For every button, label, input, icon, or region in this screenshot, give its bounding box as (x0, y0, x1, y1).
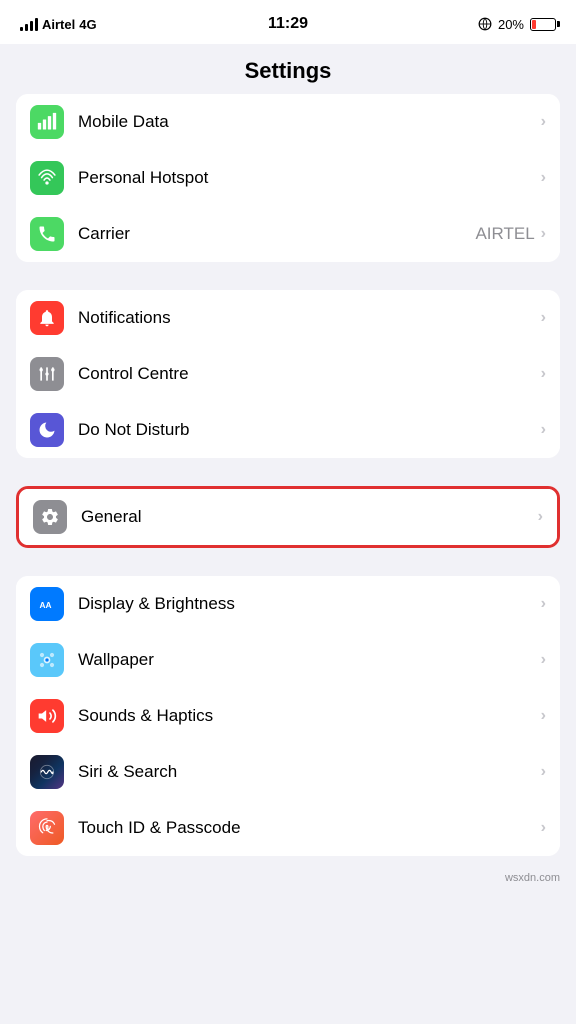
sliders-icon (37, 364, 57, 384)
moon-icon (37, 420, 57, 440)
control-centre-icon (30, 357, 64, 391)
spacer-3 (0, 556, 576, 576)
watermark: wsxdn.com (0, 864, 576, 892)
row-notifications[interactable]: Notifications › (16, 290, 560, 346)
sounds-haptics-chevron: › (541, 707, 546, 725)
gear-icon (40, 507, 60, 527)
mobile-data-icon (30, 105, 64, 139)
do-not-disturb-label: Do Not Disturb (78, 420, 541, 440)
siri-icon (30, 755, 64, 789)
row-sounds-haptics[interactable]: Sounds & Haptics › (16, 688, 560, 744)
row-touch-id[interactable]: Touch ID & Passcode › (16, 800, 560, 856)
row-control-centre[interactable]: Control Centre › (16, 346, 560, 402)
row-display-brightness[interactable]: AA Display & Brightness › (16, 576, 560, 632)
row-personal-hotspot[interactable]: Personal Hotspot › (16, 150, 560, 206)
notifications-icon (30, 301, 64, 335)
personal-hotspot-chevron: › (541, 169, 546, 187)
general-icon (33, 500, 67, 534)
personal-hotspot-label: Personal Hotspot (78, 168, 541, 188)
siri-search-label: Siri & Search (78, 762, 541, 782)
general-label: General (81, 507, 538, 527)
signal-icon (20, 17, 38, 31)
wallpaper-chevron: › (541, 651, 546, 669)
svg-text:AA: AA (40, 600, 52, 610)
wallpaper-label: Wallpaper (78, 650, 541, 670)
battery-icon (530, 18, 556, 31)
carrier-icon (30, 217, 64, 251)
page-header: Settings (0, 44, 576, 94)
siri-icon-svg (37, 762, 57, 782)
row-wallpaper[interactable]: Wallpaper › (16, 632, 560, 688)
display-icon: AA (37, 594, 57, 614)
spacer-1 (0, 270, 576, 290)
notifications-chevron: › (541, 309, 546, 327)
spacer-2 (0, 466, 576, 486)
display-brightness-label: Display & Brightness (78, 594, 541, 614)
carrier-value: AIRTEL (475, 224, 534, 244)
battery-percent: 20% (498, 17, 524, 32)
mobile-data-chevron: › (541, 113, 546, 131)
status-carrier: Airtel 4G (20, 17, 97, 32)
wallpaper-icon-svg (37, 650, 57, 670)
row-do-not-disturb[interactable]: Do Not Disturb › (16, 402, 560, 458)
fingerprint-icon (37, 818, 57, 838)
touch-id-chevron: › (541, 819, 546, 837)
section-general: General › (16, 486, 560, 548)
page-title: Settings (0, 58, 576, 84)
sounds-haptics-icon (30, 699, 64, 733)
wallpaper-icon (30, 643, 64, 677)
sounds-haptics-label: Sounds & Haptics (78, 706, 541, 726)
row-siri-search[interactable]: Siri & Search › (16, 744, 560, 800)
control-centre-chevron: › (541, 365, 546, 383)
mobile-data-label: Mobile Data (78, 112, 541, 132)
display-brightness-chevron: › (541, 595, 546, 613)
personal-hotspot-icon (30, 161, 64, 195)
do-not-disturb-icon (30, 413, 64, 447)
cellular-icon (37, 112, 57, 132)
notifications-label: Notifications (78, 308, 541, 328)
battery-fill (532, 20, 536, 29)
speaker-icon (37, 706, 57, 726)
section-system1: Notifications › Control Centre › (16, 290, 560, 458)
phone-icon (37, 224, 57, 244)
carrier-label: Carrier (78, 224, 475, 244)
status-bar: Airtel 4G 11:29 20% (0, 0, 576, 44)
section-connectivity: Mobile Data › Personal Hotspot › Carrier… (16, 94, 560, 262)
control-centre-label: Control Centre (78, 364, 541, 384)
row-carrier[interactable]: Carrier AIRTEL › (16, 206, 560, 262)
siri-search-chevron: › (541, 763, 546, 781)
globe-icon (478, 17, 492, 31)
row-general[interactable]: General › (19, 489, 557, 545)
status-time: 11:29 (268, 15, 308, 33)
display-brightness-icon: AA (30, 587, 64, 621)
status-right: 20% (478, 17, 556, 32)
touch-id-icon (30, 811, 64, 845)
row-mobile-data[interactable]: Mobile Data › (16, 94, 560, 150)
general-chevron: › (538, 508, 543, 526)
carrier-chevron: › (541, 225, 546, 243)
section-system2: AA Display & Brightness › Wallpaper › (16, 576, 560, 856)
hotspot-icon (37, 168, 57, 188)
do-not-disturb-chevron: › (541, 421, 546, 439)
touch-id-label: Touch ID & Passcode (78, 818, 541, 838)
bell-icon (37, 308, 57, 328)
